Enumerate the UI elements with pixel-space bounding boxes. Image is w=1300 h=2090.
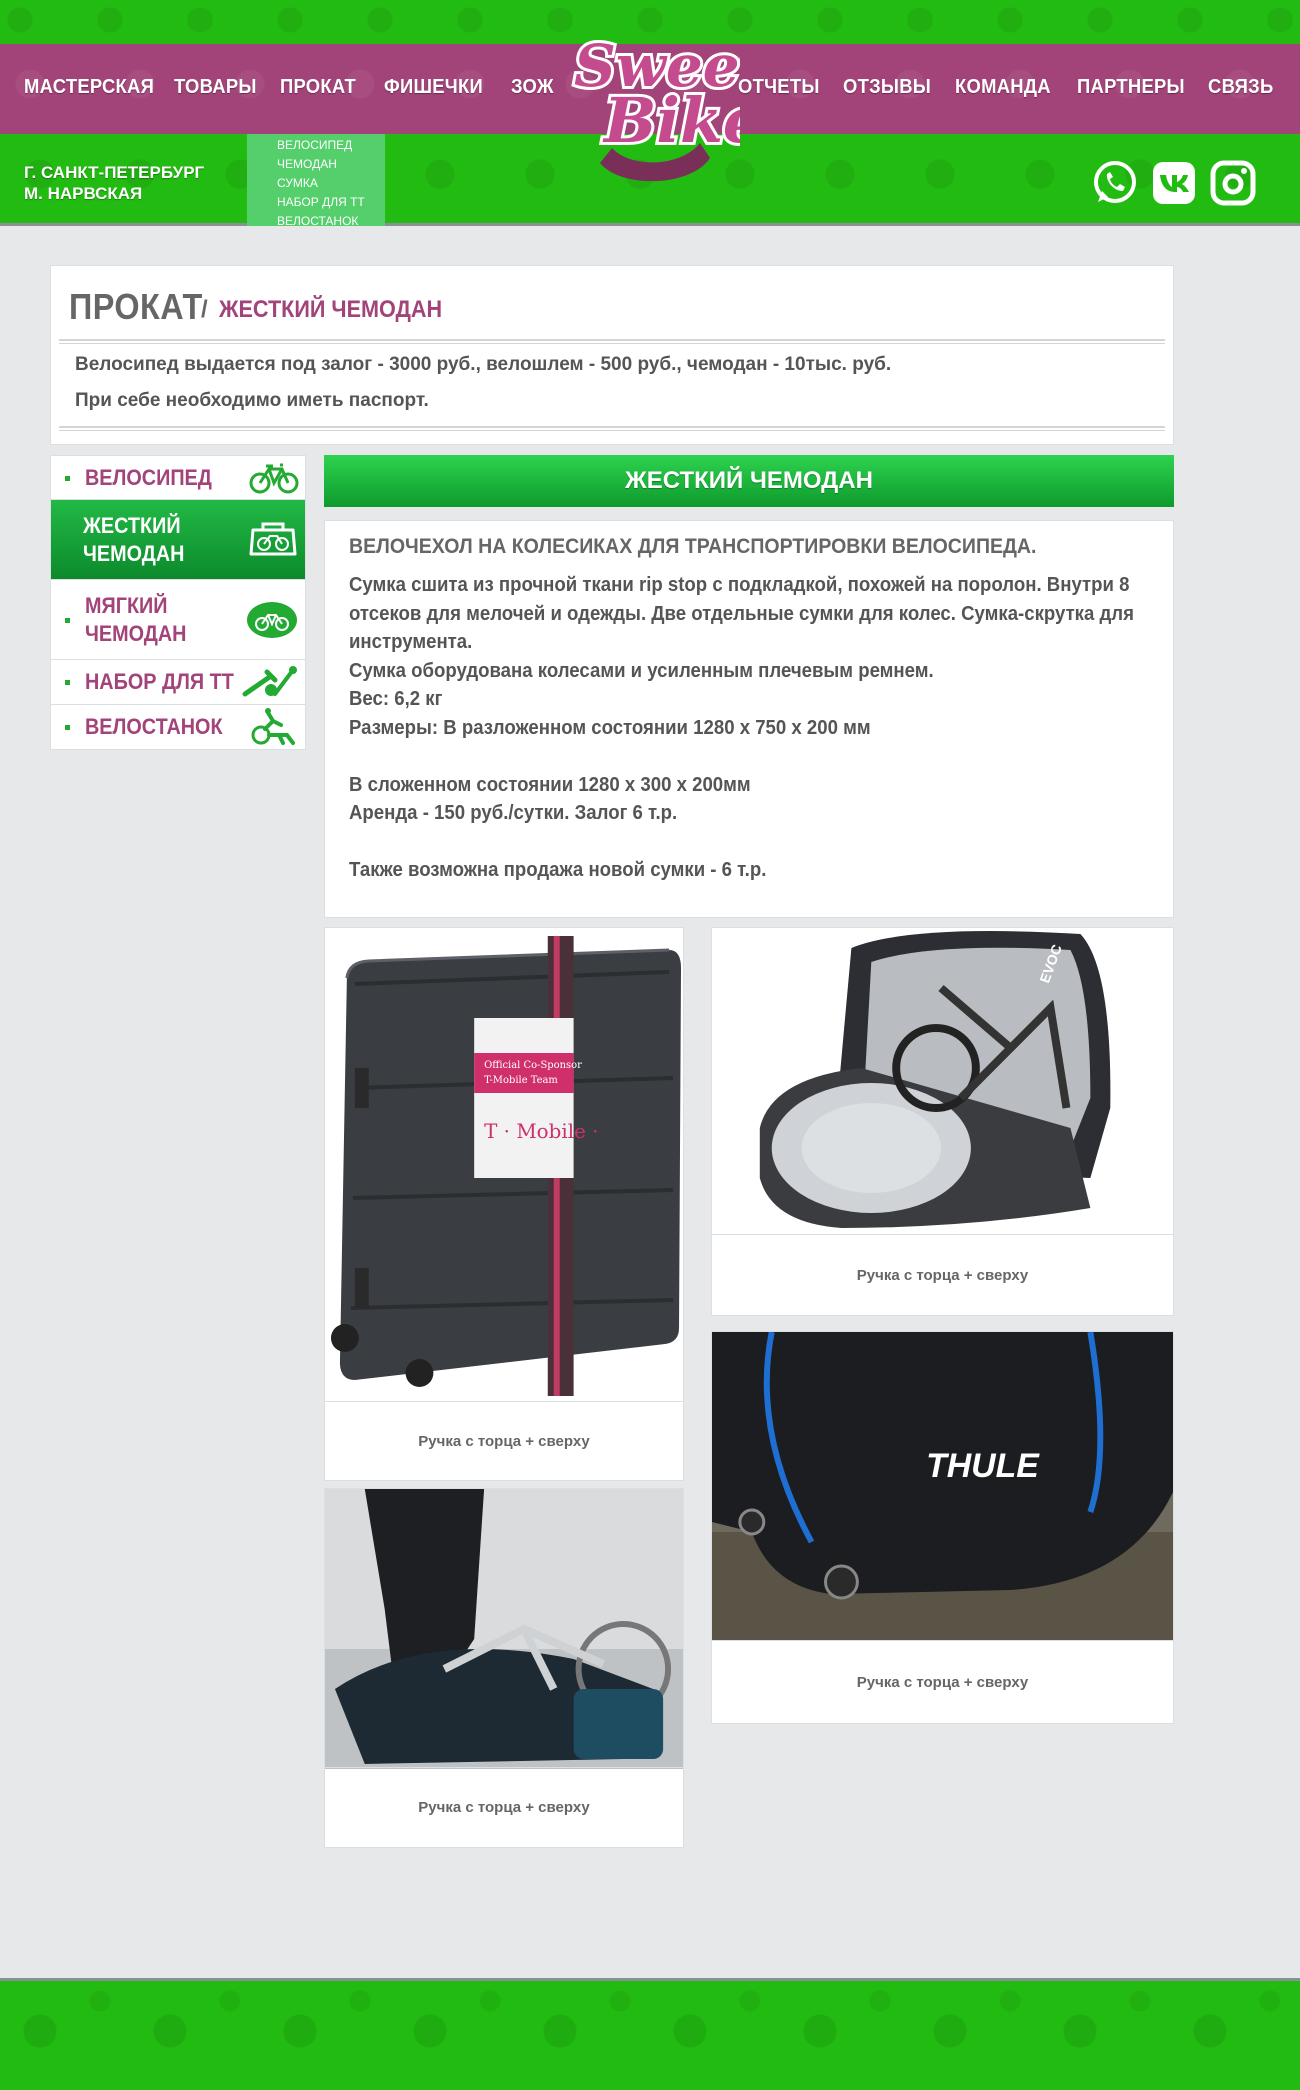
bullet	[65, 680, 70, 685]
gallery-item[interactable]: Ручка с торца + сверху	[324, 1488, 684, 1848]
bullet	[65, 475, 70, 481]
sidebar-item-label: НАБОР ДЛЯ ТТ	[85, 669, 234, 694]
bicycle-icon	[249, 463, 299, 493]
image-caption: Ручка с торца + сверху	[325, 1767, 683, 1847]
case-label-text: Official Co-Sponsor	[484, 1060, 582, 1071]
page-header-card: ПРОКАТ / ЖЕСТКИЙ ЧЕМОДАН Велосипед выдае…	[50, 265, 1174, 445]
product-details: Сумка сшита из прочной ткани rip stop с …	[349, 574, 1134, 881]
nav-item-partners[interactable]: ПАРТНЕРЫ	[1077, 76, 1185, 99]
gallery-item[interactable]: Official Co-Sponsor T-Mobile Team T · Mo…	[324, 927, 684, 1481]
sidebar-item-label: МЯГКИЙ ЧЕМОДАН	[85, 592, 187, 646]
breadcrumb-separator: /	[201, 296, 208, 323]
tools-icon	[242, 666, 297, 697]
location: Г. САНКТ-ПЕТЕРБУРГ М. НАРВСКАЯ	[24, 162, 204, 204]
sidebar-item-hard-case[interactable]: ЖЕСТКИЙ ЧЕМОДАН	[51, 500, 305, 580]
open-bike-bag-photo[interactable]: EVOC	[712, 928, 1173, 1235]
sidebar-item-label: ЖЕСТКИЙ ЧЕМОДАН	[83, 512, 185, 566]
logo-word-bike: Bike	[602, 84, 740, 157]
bullet	[65, 725, 70, 730]
nav-item-workshop[interactable]: МАСТЕРСКАЯ	[24, 76, 154, 99]
metro-station: М. НАРВСКАЯ	[24, 184, 143, 203]
nav-item-reports[interactable]: ОТЧЕТЫ	[738, 76, 820, 99]
thule-logo: THULE	[926, 1447, 1040, 1485]
divider	[59, 339, 1165, 344]
packing-bike-photo[interactable]	[325, 1489, 683, 1769]
sidebar-item-trainer[interactable]: ВЕЛОСТАНОК	[51, 705, 305, 749]
deposit-notice: Велосипед выдается под залог - 3000 руб.…	[75, 354, 892, 375]
case-label-text: T-Mobile Team	[484, 1075, 558, 1086]
gallery-item[interactable]: EVOC Ручка с торца + сверху	[711, 927, 1174, 1316]
submenu-item-tt-kit[interactable]: НАБОР ДЛЯ ТТ	[277, 193, 385, 212]
city-name: Г. САНКТ-ПЕТЕРБУРГ	[24, 163, 205, 182]
hard-case-icon	[249, 522, 297, 555]
sidebar-item-label: ВЕЛОСТАНОК	[85, 714, 223, 739]
nav-item-rental[interactable]: ПРОКАТ	[280, 76, 356, 99]
submenu-item-trainer[interactable]: ВЕЛОСТАНОК	[277, 212, 385, 231]
thule-bag-photo[interactable]: THULE	[712, 1332, 1173, 1641]
nav-item-healthy[interactable]: ЗОЖ	[511, 76, 554, 99]
submenu-item-case[interactable]: ЧЕМОДАН	[277, 155, 385, 174]
submenu-item-bike[interactable]: ВЕЛОСИПЕД	[277, 136, 385, 155]
sidebar-item-tt-kit[interactable]: НАБОР ДЛЯ ТТ	[51, 660, 305, 705]
product-header: ЖЕСТКИЙ ЧЕМОДАН	[324, 455, 1174, 507]
product-title: ВЕЛОЧЕХОЛ НА КОЛЕСИКАХ ДЛЯ ТРАНСПОРТИРОВ…	[349, 535, 1037, 558]
nav-item-team[interactable]: КОМАНДА	[955, 76, 1051, 99]
hard-bike-case-photo[interactable]: Official Co-Sponsor T-Mobile Team T · Mo…	[325, 928, 683, 1403]
bullet	[65, 617, 70, 623]
footer	[0, 1978, 1300, 2090]
sidebar-item-label: ВЕЛОСИПЕД	[85, 464, 212, 490]
rental-submenu: ВЕЛОСИПЕД ЧЕМОДАН СУМКА НАБОР ДЛЯ ТТ ВЕЛ…	[247, 134, 385, 228]
gallery-item[interactable]: THULE Ручка с торца + сверху	[711, 1331, 1174, 1724]
sweet-bike-logo[interactable]: Sweet Bike	[560, 18, 740, 188]
passport-notice: При себе необходимо иметь паспорт.	[75, 390, 429, 411]
whatsapp-icon[interactable]	[1092, 160, 1138, 206]
sidebar-item-bike[interactable]: ВЕЛОСИПЕД	[51, 456, 305, 500]
rental-sidebar: ВЕЛОСИПЕД ЖЕСТКИЙ ЧЕМОДАН МЯГКИЙ ЧЕМОДАН	[50, 455, 306, 750]
nav-item-features[interactable]: ФИШЕЧКИ	[384, 76, 483, 99]
nav-item-contact[interactable]: СВЯЗЬ	[1208, 76, 1273, 99]
nav-item-goods[interactable]: ТОВАРЫ	[174, 76, 257, 99]
image-caption: Ручка с торца + сверху	[712, 1234, 1173, 1315]
instagram-icon[interactable]	[1210, 160, 1256, 206]
vk-icon[interactable]	[1151, 160, 1197, 206]
breadcrumb-current-page: ЖЕСТКИЙ ЧЕМОДАН	[219, 296, 443, 323]
breadcrumb-section[interactable]: ПРОКАТ	[69, 286, 203, 328]
soft-case-icon	[247, 601, 297, 638]
t-mobile-logo: T · Mobile ·	[484, 1119, 598, 1143]
image-caption: Ручка с торца + сверху	[712, 1640, 1173, 1723]
image-caption: Ручка с торца + сверху	[325, 1401, 683, 1480]
divider	[59, 426, 1165, 431]
submenu-item-bag[interactable]: СУМКА	[277, 174, 385, 193]
bike-trainer-icon	[251, 708, 295, 745]
product-description: ВЕЛОЧЕХОЛ НА КОЛЕСИКАХ ДЛЯ ТРАНСПОРТИРОВ…	[324, 520, 1174, 918]
sidebar-item-soft-case[interactable]: МЯГКИЙ ЧЕМОДАН	[51, 580, 305, 660]
nav-item-reviews[interactable]: ОТЗЫВЫ	[843, 76, 931, 99]
